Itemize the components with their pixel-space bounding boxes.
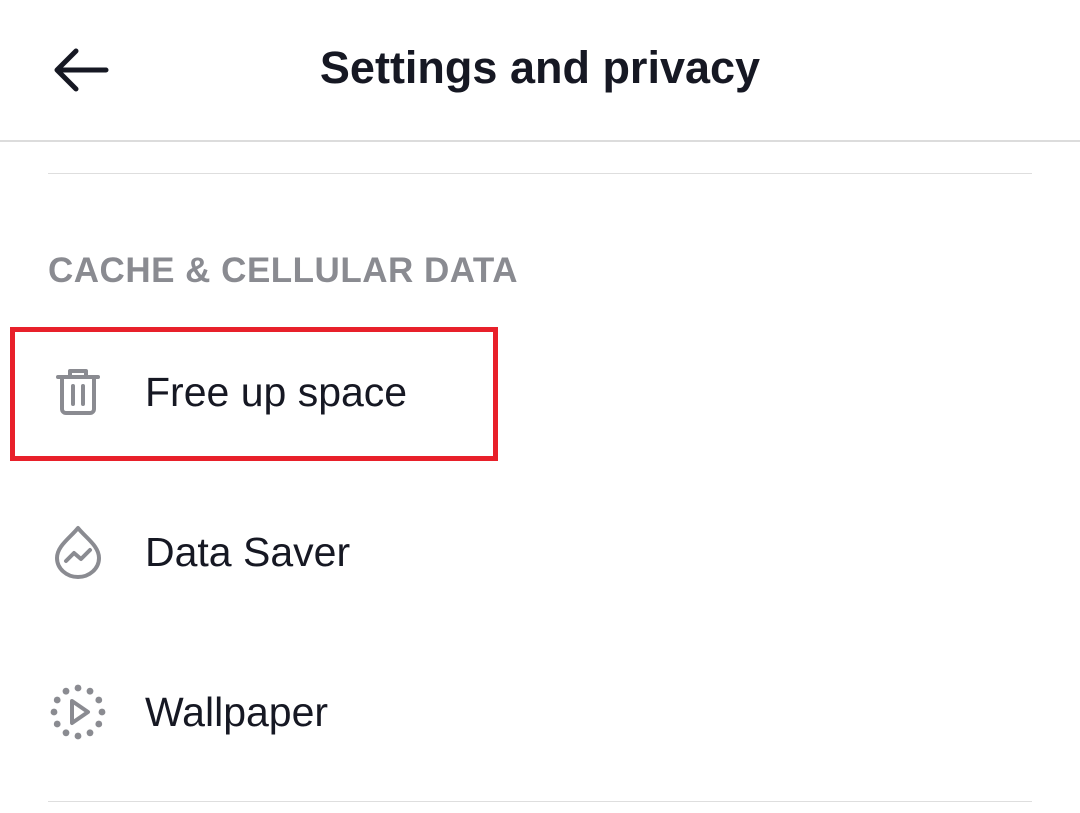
divider xyxy=(48,173,1032,174)
settings-item-wallpaper[interactable]: Wallpaper xyxy=(0,657,1080,767)
settings-item-label: Wallpaper xyxy=(145,689,329,735)
section-title: CACHE & CELLULAR DATA xyxy=(48,251,518,290)
settings-item-data-saver[interactable]: Data Saver xyxy=(0,497,1080,607)
divider xyxy=(48,801,1032,802)
top-bar: Settings and privacy xyxy=(0,0,1080,142)
page-title: Settings and privacy xyxy=(319,42,761,93)
trash-icon xyxy=(48,362,108,422)
data-saver-drop-icon xyxy=(48,522,108,582)
settings-item-free-up-space[interactable]: Free up space xyxy=(0,337,1080,447)
settings-item-label: Data Saver xyxy=(145,529,351,575)
wallpaper-play-icon xyxy=(48,682,108,742)
settings-item-label: Free up space xyxy=(145,369,408,415)
